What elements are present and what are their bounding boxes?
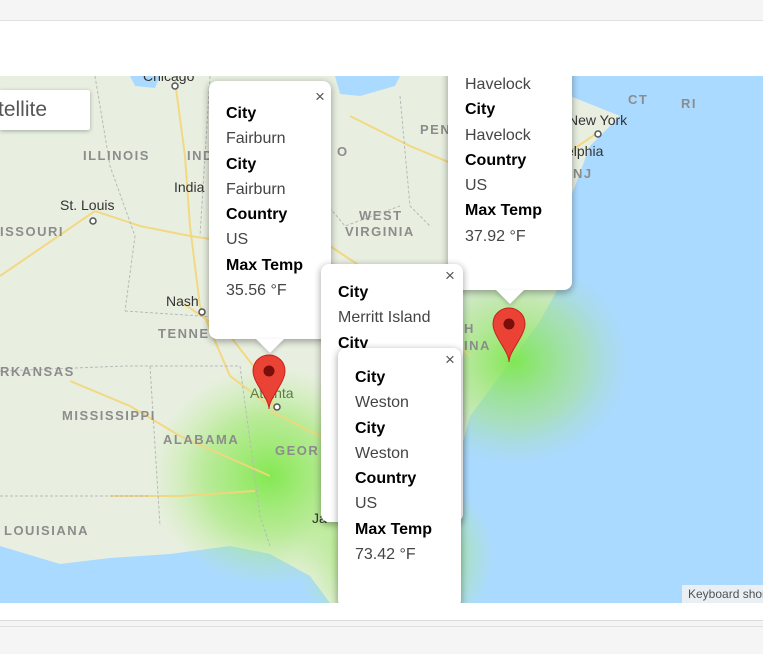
state-label-arkansas: RKANSAS — [0, 364, 75, 379]
info-value: Havelock — [465, 76, 531, 93]
info-window-close-button[interactable]: × — [313, 88, 327, 105]
info-value: Merritt Island — [338, 309, 431, 327]
info-value: Weston — [355, 394, 409, 412]
city-label-new-york: New York — [568, 112, 628, 128]
info-value: Weston — [355, 444, 409, 462]
info-window-tail — [256, 339, 284, 353]
info-value: US — [226, 231, 249, 249]
info-value: Fairburn — [226, 180, 286, 198]
info-key: Max Temp — [355, 520, 433, 538]
map-type-satellite-button[interactable]: tellite — [0, 90, 90, 130]
info-value: Fairburn — [226, 130, 286, 148]
info-key: City — [355, 419, 386, 437]
info-value: 73.42 °F — [355, 546, 416, 564]
info-key: City — [355, 369, 386, 386]
info-key: Max Temp — [226, 256, 304, 274]
state-label-georgia: GEOR — [275, 443, 320, 458]
info-value: Havelock — [465, 126, 531, 144]
info-window-weston: × City Weston City Weston Country US Max… — [338, 348, 461, 603]
info-key: City — [226, 105, 257, 122]
state-label-illinois: ILLINOIS — [83, 148, 150, 163]
state-label-ct: CT — [628, 92, 649, 107]
state-label-louisiana: LOUISIANA — [4, 523, 89, 538]
city-label-chicago: Chicago — [143, 76, 195, 84]
map-marker-fairburn[interactable] — [252, 354, 286, 410]
info-value: US — [465, 177, 488, 195]
keyboard-shortcuts-link[interactable]: Keyboard shortcuts — [682, 585, 763, 603]
info-value: US — [355, 495, 378, 513]
state-label-carolina-ina: INA — [464, 338, 491, 353]
state-label-tennessee: TENNE — [158, 326, 210, 341]
info-key: City — [465, 101, 496, 119]
city-label-nashville: Nash — [166, 293, 199, 309]
bottom-bar — [0, 626, 763, 654]
state-label-pennsylvania: PEN — [420, 122, 452, 137]
info-window-fairburn: × City Fairburn City Fairburn Country US… — [209, 81, 331, 339]
state-label-mississippi: MISSISSIPPI — [62, 408, 156, 423]
info-key: Country — [226, 206, 288, 224]
state-label-alabama: ALABAMA — [163, 432, 240, 447]
info-key: Country — [465, 151, 527, 169]
state-label-ri: RI — [681, 96, 697, 111]
info-key: Max Temp — [465, 202, 543, 220]
city-label-st-louis: St. Louis — [60, 197, 115, 213]
map-type-label: tellite — [0, 98, 48, 121]
state-label-nj: NJ — [573, 166, 593, 181]
city-label-indianapolis: India — [174, 179, 205, 195]
map-canvas[interactable]: ILLINOIS INDI O PEN WEST VIRGINIA ISSOUR… — [0, 76, 763, 603]
info-value: 37.92 °F — [465, 227, 526, 245]
info-window-havelock: Havelock City Havelock Country US Max Te… — [448, 76, 572, 290]
state-label-carolina-h: H — [464, 321, 475, 336]
top-bar — [0, 0, 763, 21]
info-window-tail — [496, 290, 524, 304]
info-window-close-button[interactable]: × — [443, 267, 457, 284]
info-key: Country — [355, 470, 417, 488]
info-value: 35.56 °F — [226, 282, 287, 300]
state-label-ohio: O — [337, 144, 349, 159]
map-marker-havelock[interactable] — [492, 307, 526, 363]
state-label-west-virginia-1: WEST — [359, 208, 403, 223]
info-key: City — [338, 284, 369, 301]
info-window-close-button[interactable]: × — [443, 351, 457, 368]
info-key: City — [226, 155, 257, 173]
state-label-missouri: ISSOURI — [0, 224, 64, 239]
state-label-west-virginia-2: VIRGINIA — [345, 224, 415, 239]
